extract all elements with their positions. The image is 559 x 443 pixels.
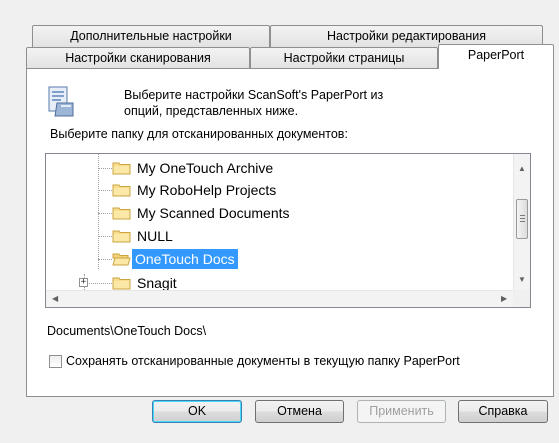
folder-icon <box>112 277 131 290</box>
tab-scan-settings[interactable]: Настройки сканирования <box>26 47 250 69</box>
selected-path: Documents\OneTouch Docs\ <box>47 324 207 338</box>
horizontal-scrollbar[interactable]: ◀ ▶ <box>46 290 514 307</box>
tree-item-label: NULL <box>137 228 173 244</box>
vertical-scrollbar[interactable]: ▲ ▼ <box>513 154 530 292</box>
folder-icon <box>112 162 131 175</box>
tree-item-label: OneTouch Docs <box>132 249 238 269</box>
tree-guide-line <box>98 154 99 269</box>
vertical-scroll-thumb[interactable] <box>516 199 528 239</box>
checkbox-label: Сохранять отсканированные документы в те… <box>66 354 460 368</box>
scroll-corner <box>513 290 530 307</box>
save-to-current-folder-checkbox[interactable] <box>49 354 62 368</box>
help-button[interactable]: Справка <box>458 400 548 423</box>
ok-button[interactable]: OK <box>152 400 242 423</box>
scroll-up-arrow-icon[interactable]: ▲ <box>518 165 526 173</box>
apply-button[interactable]: Применить <box>357 400 446 423</box>
tab-paperport[interactable]: PaperPort <box>438 44 554 69</box>
tree-item-label: My RoboHelp Projects <box>137 182 277 198</box>
tree-item-label: My Scanned Documents <box>137 205 290 221</box>
open-folder-icon <box>112 253 131 266</box>
scroll-left-arrow-icon[interactable]: ◀ <box>52 295 58 303</box>
description-text: Выберите настройки ScanSoft's PaperPort … <box>124 88 384 118</box>
folder-icon <box>112 207 131 220</box>
scroll-right-arrow-icon[interactable]: ▶ <box>501 295 507 303</box>
folder-icon <box>112 230 131 243</box>
folder-icon <box>112 184 131 197</box>
tab-page-settings[interactable]: Настройки страницы <box>250 47 438 69</box>
expand-plus-icon[interactable]: + <box>79 278 88 287</box>
paperport-icon <box>48 86 74 117</box>
folder-tree[interactable]: My OneTouch Archive My RoboHelp Projects… <box>45 153 531 308</box>
tab-advanced-settings[interactable]: Дополнительные настройки <box>32 25 270 47</box>
cancel-button[interactable]: Отмена <box>255 400 344 423</box>
save-to-current-folder-option[interactable]: Сохранять отсканированные документы в те… <box>49 354 460 368</box>
folder-label: Выберите папку для отсканированных докум… <box>50 127 348 141</box>
scroll-down-arrow-icon[interactable]: ▼ <box>518 276 526 284</box>
tree-item-label: My OneTouch Archive <box>137 160 274 176</box>
paperport-settings-dialog: Дополнительные настройки Настройки редак… <box>0 0 559 443</box>
